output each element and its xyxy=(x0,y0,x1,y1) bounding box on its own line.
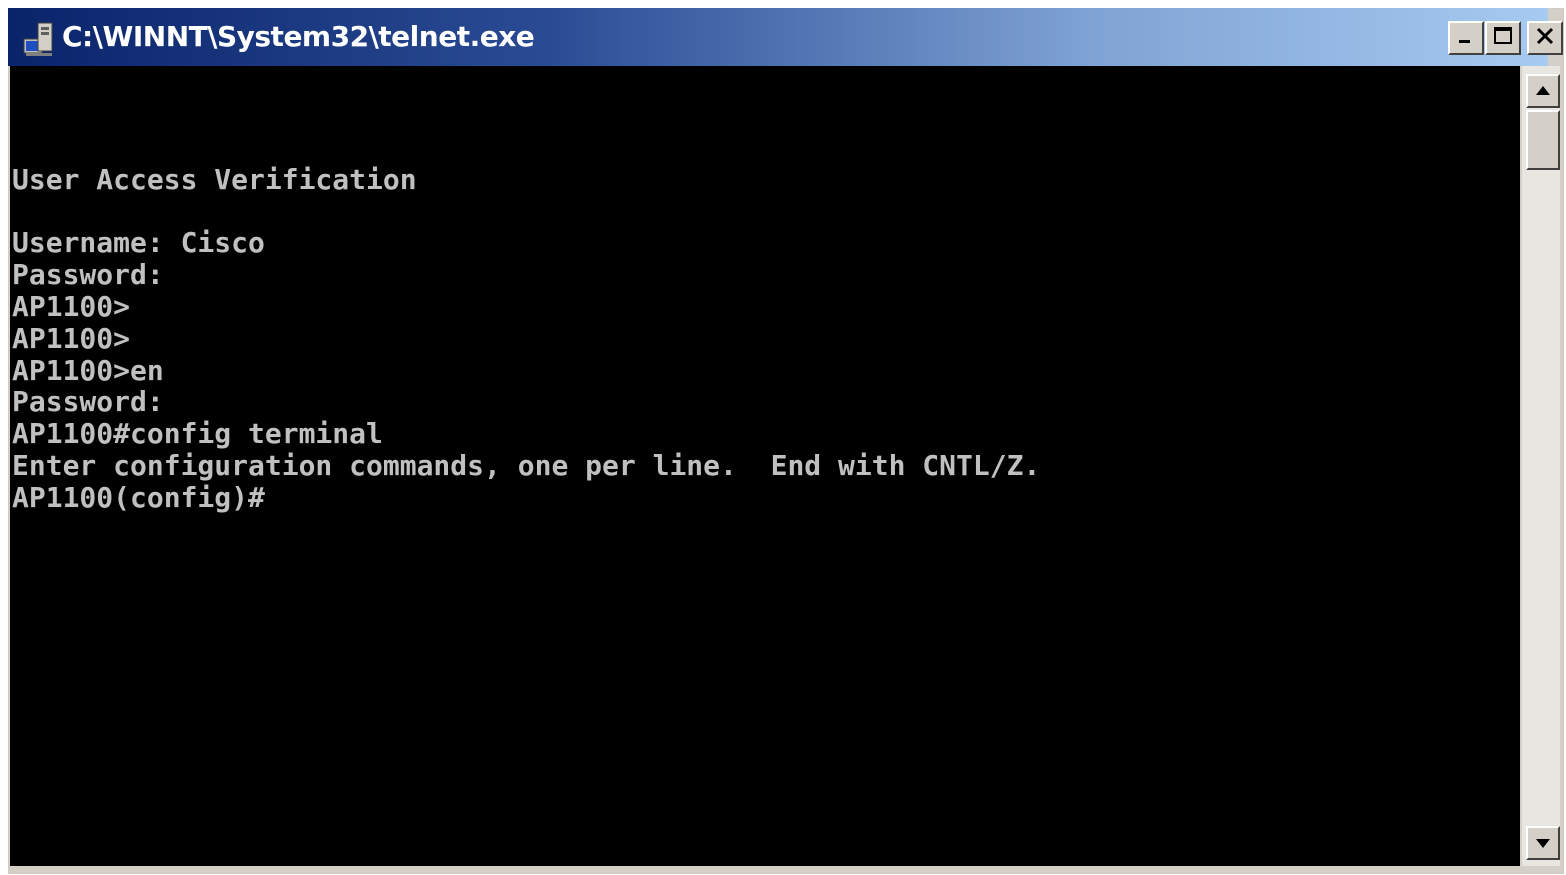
console-line: Password: xyxy=(12,258,164,292)
close-icon xyxy=(1534,25,1556,51)
console-line: AP1100> xyxy=(12,321,131,355)
console-output[interactable]: User Access Verification Username: Cisco… xyxy=(10,66,1520,866)
window-title: C:\WINNT\System32\telnet.exe xyxy=(62,20,535,53)
scroll-up-arrow-icon xyxy=(1535,82,1551,101)
title-bar[interactable]: C:\WINNT\System32\telnet.exe xyxy=(8,8,1563,66)
maximize-icon xyxy=(1492,25,1514,51)
console-line: AP1100(config)# xyxy=(12,480,265,514)
minimize-button[interactable] xyxy=(1448,21,1484,55)
console-line: AP1100>en xyxy=(12,353,164,387)
vertical-scrollbar[interactable] xyxy=(1522,66,1560,866)
console-line: AP1100#config terminal xyxy=(12,417,383,451)
console-line: AP1100> xyxy=(12,289,131,323)
console-line: Enter configuration commands, one per li… xyxy=(12,448,1041,482)
close-button[interactable] xyxy=(1527,21,1563,55)
scroll-up-button[interactable] xyxy=(1526,74,1560,108)
console-window-icon[interactable] xyxy=(22,21,58,57)
scrollbar-thumb[interactable] xyxy=(1526,110,1560,170)
scroll-down-arrow-icon xyxy=(1535,834,1551,853)
console-line: User Access Verification xyxy=(12,162,417,196)
minimize-icon xyxy=(1456,26,1476,50)
console-line: Username: Cisco xyxy=(12,226,265,260)
console-text: User Access Verification Username: Cisco… xyxy=(12,132,1040,514)
console-line: Password: xyxy=(12,385,164,419)
maximize-button[interactable] xyxy=(1485,21,1521,55)
scroll-down-button[interactable] xyxy=(1526,826,1560,860)
